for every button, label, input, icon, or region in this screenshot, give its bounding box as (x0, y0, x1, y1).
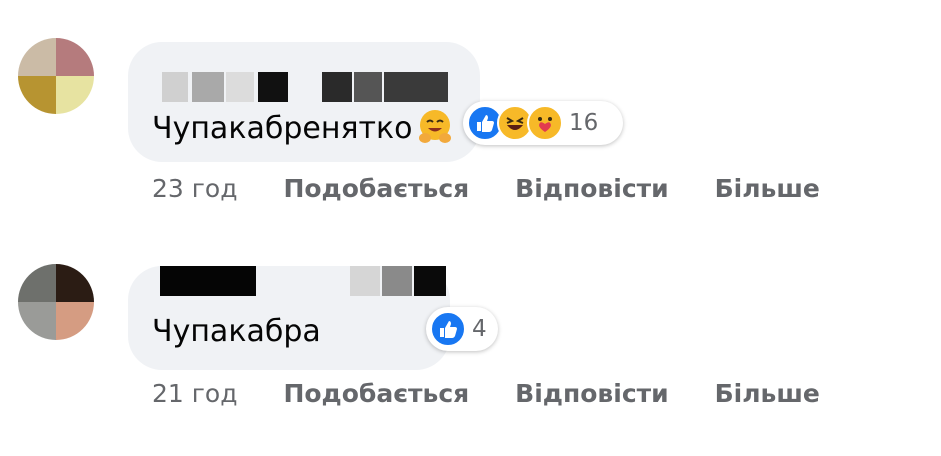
comment-bubble: Чупакабренятко (128, 42, 480, 162)
comment-text: Чупакабренятко (152, 111, 413, 146)
reaction-count: 16 (569, 110, 599, 136)
like-button[interactable]: Подобається (283, 379, 469, 408)
reactions-summary[interactable]: 4 (426, 307, 498, 351)
comment-meta: 21 год Подобається Відповісти Більше (152, 379, 858, 408)
author-name-redacted[interactable] (162, 72, 452, 102)
care-reaction-icon (527, 105, 563, 141)
more-button[interactable]: Більше (715, 379, 820, 408)
reactions-summary[interactable]: 16 (463, 101, 623, 145)
avatar[interactable] (18, 264, 94, 340)
smiling-face-with-open-hands-emoji-icon (416, 108, 454, 146)
comment-text: Чупакабра (152, 314, 321, 349)
reply-button[interactable]: Відповісти (515, 379, 668, 408)
reaction-count: 4 (472, 316, 487, 342)
like-button[interactable]: Подобається (283, 174, 469, 203)
reply-button[interactable]: Відповісти (515, 174, 668, 203)
comment-bubble: Чупакабра (128, 266, 450, 370)
more-button[interactable]: Більше (715, 174, 820, 203)
author-name-redacted[interactable] (160, 266, 448, 296)
like-reaction-icon (430, 311, 466, 347)
comment-timestamp[interactable]: 21 год (152, 379, 237, 408)
comment-timestamp[interactable]: 23 год (152, 174, 237, 203)
comment-meta: 23 год Подобається Відповісти Більше (152, 174, 858, 203)
avatar[interactable] (18, 38, 94, 114)
